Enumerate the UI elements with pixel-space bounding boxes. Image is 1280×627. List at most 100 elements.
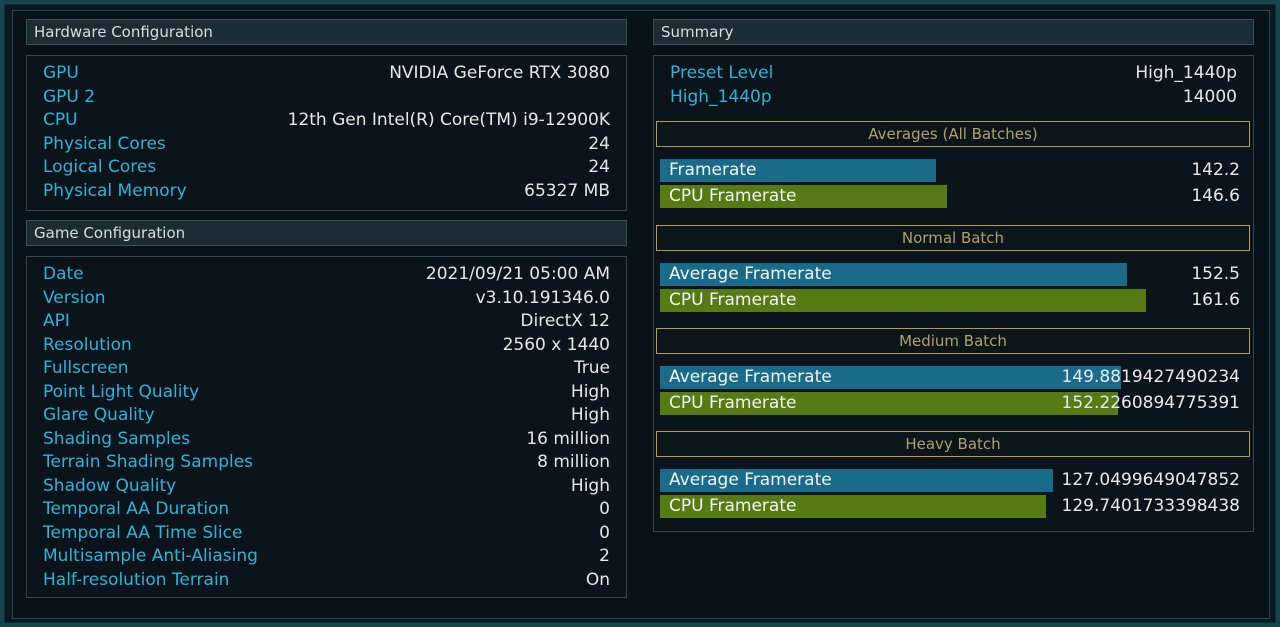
row-value: True xyxy=(573,358,610,378)
row-key: High_1440p xyxy=(670,86,772,107)
kv-row: API DirectX 12 xyxy=(43,310,610,334)
batch-section-header: Heavy Batch xyxy=(656,431,1250,457)
kv-row: High_1440p 14000 xyxy=(670,86,1237,110)
kv-row: Date 2021/09/21 05:00 AM xyxy=(43,263,610,287)
row-value: 24 xyxy=(588,157,610,177)
kv-row: Multisample Anti-Aliasing 2 xyxy=(43,545,610,569)
kv-row: Terrain Shading Samples 8 million xyxy=(43,451,610,475)
framerate-bar-value: 129.7401733398438 xyxy=(1061,496,1240,516)
summary-title: Summary xyxy=(661,23,734,41)
row-value: High xyxy=(570,381,610,402)
row-value: 2560 x 1440 xyxy=(502,334,610,355)
row-key: Temporal AA Time Slice xyxy=(43,522,243,543)
row-value: 2 xyxy=(599,546,610,566)
batch-section-header: Normal Batch xyxy=(656,225,1250,251)
game-config-title: Game Configuration xyxy=(34,224,186,242)
row-value: 65327 MB xyxy=(524,180,610,201)
row-key: Preset Level xyxy=(670,63,774,83)
row-key: API xyxy=(43,311,70,331)
framerate-bar-label: CPU Framerate xyxy=(669,496,797,516)
row-value: High_1440p xyxy=(1135,63,1237,83)
framerate-bar-row: CPU Framerate 161.6 xyxy=(660,289,1240,312)
framerate-bar-label: Average Framerate xyxy=(669,367,832,387)
row-value: High xyxy=(570,405,610,425)
kv-row: Shading Samples 16 million xyxy=(43,428,610,452)
framerate-bar-row: Framerate 142.2 xyxy=(660,159,1240,182)
kv-row: Fullscreen True xyxy=(43,357,610,381)
row-key: Point Light Quality xyxy=(43,381,200,402)
kv-row: Point Light Quality High xyxy=(43,381,610,405)
row-key: Resolution xyxy=(43,334,132,355)
kv-row: Preset Level High_1440p xyxy=(670,62,1237,86)
hardware-config-panel: GPU NVIDIA GeForce RTX 3080 GPU 2 CPU 12th G… xyxy=(26,55,627,211)
row-value: High xyxy=(570,475,610,496)
kv-row: GPU NVIDIA GeForce RTX 3080 xyxy=(43,62,610,86)
row-key: Temporal AA Duration xyxy=(43,499,230,519)
row-value: 12th Gen Intel(R) Core(TM) i9-12900K xyxy=(287,110,610,130)
row-value: 16 million xyxy=(526,428,610,449)
row-key: Shading Samples xyxy=(43,428,191,449)
kv-row: Shadow Quality High xyxy=(43,475,610,499)
framerate-bar-value: 161.6 xyxy=(1191,290,1240,310)
framerate-bar-row: Average Framerate 149.8819427490234 xyxy=(660,366,1240,389)
row-key: Physical Memory xyxy=(43,180,187,201)
framerate-bar-value: 152.5 xyxy=(1191,264,1240,284)
framerate-bar-label: Average Framerate xyxy=(669,470,832,490)
framerate-bar-row: CPU Framerate 152.2260894775391 xyxy=(660,392,1240,415)
game-config-header: Game Configuration xyxy=(26,220,627,246)
kv-row: Temporal AA Duration 0 xyxy=(43,498,610,522)
row-key: GPU xyxy=(43,63,79,83)
row-value: 0 xyxy=(599,499,610,519)
row-key: Logical Cores xyxy=(43,157,157,177)
row-value: 24 xyxy=(588,133,610,154)
row-value: DirectX 12 xyxy=(520,311,610,331)
kv-row: Resolution 2560 x 1440 xyxy=(43,334,610,358)
row-value: NVIDIA GeForce RTX 3080 xyxy=(389,63,610,83)
row-key: Physical Cores xyxy=(43,133,166,154)
row-key: GPU 2 xyxy=(43,86,96,107)
row-value: 2021/09/21 05:00 AM xyxy=(425,264,610,284)
kv-row: CPU 12th Gen Intel(R) Core(TM) i9-12900K xyxy=(43,109,610,133)
summary-header: Summary xyxy=(653,19,1254,45)
framerate-bar-value: 142.2 xyxy=(1191,160,1240,180)
framerate-bar-value: 127.0499649047852 xyxy=(1061,470,1240,490)
framerate-bar-row: CPU Framerate 129.7401733398438 xyxy=(660,495,1240,518)
kv-row: GPU 2 xyxy=(43,86,610,110)
framerate-bar-row: Average Framerate 152.5 xyxy=(660,263,1240,286)
framerate-bar-label: Framerate xyxy=(669,160,757,180)
kv-row: Version v3.10.191346.0 xyxy=(43,287,610,311)
row-value: 0 xyxy=(599,522,610,543)
batch-section-header: Medium Batch xyxy=(656,328,1250,354)
framerate-bar-value: 149.8819427490234 xyxy=(1061,367,1240,387)
framerate-bar-row: CPU Framerate 146.6 xyxy=(660,185,1240,208)
framerate-bar-value: 152.2260894775391 xyxy=(1061,393,1240,413)
row-key: Terrain Shading Samples xyxy=(43,452,254,472)
row-key: Half-resolution Terrain xyxy=(43,569,230,590)
kv-row: Glare Quality High xyxy=(43,404,610,428)
framerate-bar-label: CPU Framerate xyxy=(669,186,797,206)
framerate-bar-label: CPU Framerate xyxy=(669,393,797,413)
kv-row: Half-resolution Terrain On xyxy=(43,569,610,593)
row-value: 14000 xyxy=(1182,86,1237,107)
kv-row: Physical Memory 65327 MB xyxy=(43,180,610,204)
batch-section-header: Averages (All Batches) xyxy=(656,121,1250,147)
row-value: v3.10.191346.0 xyxy=(475,287,610,308)
kv-row: Temporal AA Time Slice 0 xyxy=(43,522,610,546)
row-key: Version xyxy=(43,287,106,308)
framerate-bar-row: Average Framerate 127.0499649047852 xyxy=(660,469,1240,492)
framerate-bar-label: CPU Framerate xyxy=(669,290,797,310)
row-value: On xyxy=(585,569,610,590)
row-key: Shadow Quality xyxy=(43,475,177,496)
framerate-bar-label: Average Framerate xyxy=(669,264,832,284)
kv-row: Logical Cores 24 xyxy=(43,156,610,180)
framerate-bar-value: 146.6 xyxy=(1191,186,1240,206)
kv-row: Physical Cores 24 xyxy=(43,133,610,157)
hardware-config-title: Hardware Configuration xyxy=(34,23,213,41)
row-value: 8 million xyxy=(537,452,610,472)
row-key: Date xyxy=(43,264,84,284)
hardware-config-header: Hardware Configuration xyxy=(26,19,627,45)
row-key: CPU xyxy=(43,110,78,130)
row-key: Glare Quality xyxy=(43,405,155,425)
game-config-panel: Date 2021/09/21 05:00 AM Version v3.10.1913… xyxy=(26,256,627,598)
row-key: Multisample Anti-Aliasing xyxy=(43,546,258,566)
